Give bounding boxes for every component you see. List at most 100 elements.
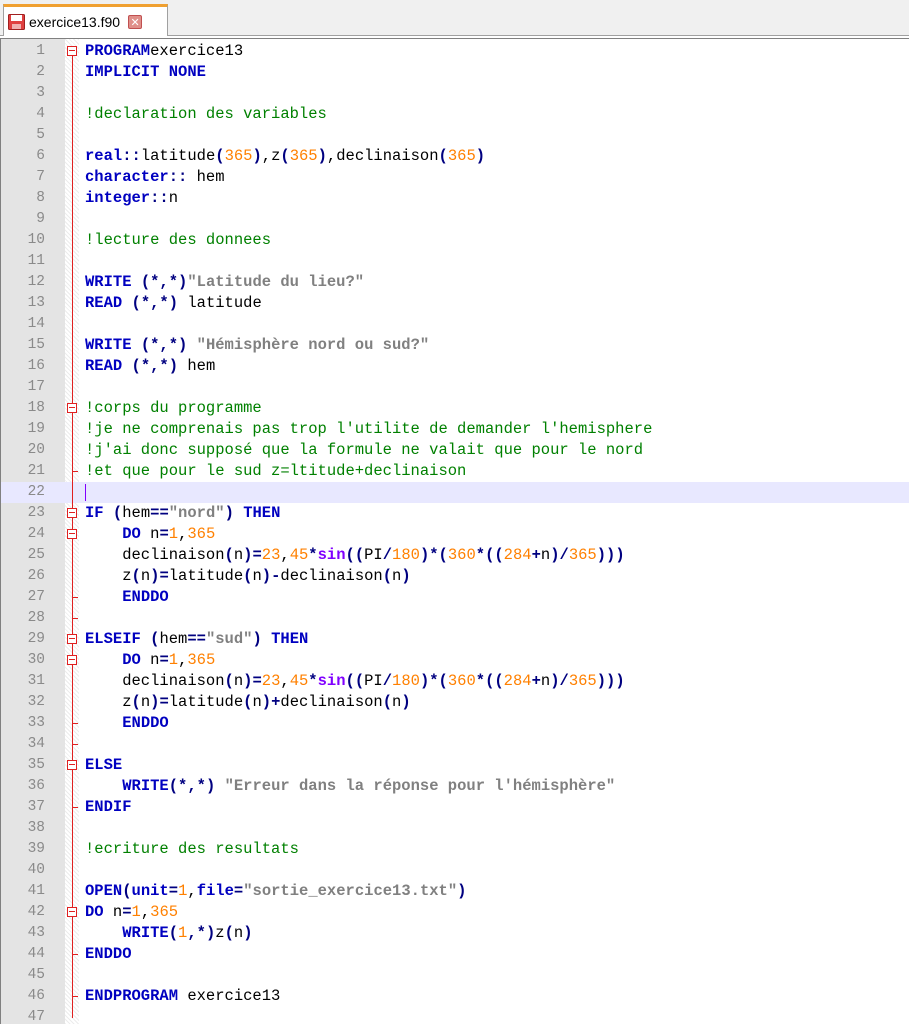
close-icon[interactable]: ✕ [128, 14, 143, 29]
code-line[interactable]: 8 integer::n [1, 188, 909, 209]
code-line[interactable]: 26 z(n)=latitude(n)-declinaison(n) [1, 566, 909, 587]
code-line[interactable]: 22 [1, 482, 909, 503]
code-token: !lecture des donnees [85, 231, 272, 249]
code-line[interactable]: 39 !ecriture des resultats [1, 839, 909, 860]
code-line[interactable]: 7 character:: hem [1, 167, 909, 188]
code-text: ENDDO [85, 587, 169, 608]
code-line[interactable]: 5 [1, 125, 909, 146]
code-token: declinaison [280, 567, 383, 585]
code-line[interactable]: 21 !et que pour le sud z=ltitude+declinai… [1, 461, 909, 482]
code-line[interactable]: 46 ENDPROGRAM exercice13 [1, 986, 909, 1007]
code-line[interactable]: 35 ELSE [1, 755, 909, 776]
code-token: ELSEIF [85, 630, 141, 648]
code-line[interactable]: 24 DO n=1,365 [1, 524, 909, 545]
code-line[interactable]: 34 [1, 734, 909, 755]
code-line[interactable]: 38 [1, 818, 909, 839]
code-line[interactable]: 28 [1, 608, 909, 629]
line-number: 11 [27, 253, 45, 269]
code-line[interactable]: 42 DO n=1,365 [1, 902, 909, 923]
code-line[interactable]: 13 READ (*,*) latitude [1, 293, 909, 314]
line-number: 7 [36, 169, 45, 185]
code-line[interactable]: 45 [1, 965, 909, 986]
code-line[interactable]: 3 [1, 83, 909, 104]
code-text: ENDDO [85, 944, 132, 965]
code-line[interactable]: 33 ENDDO [1, 713, 909, 734]
code-line[interactable]: 1 PROGRAMexercice13 [1, 41, 909, 62]
code-line[interactable]: 40 [1, 860, 909, 881]
code-line[interactable]: 15 WRITE (*,*) "Hémisphère nord ou sud?" [1, 335, 909, 356]
code-token: 365 [150, 903, 179, 921]
code-text: !je ne comprenais pas trop l'utilite de … [85, 419, 652, 440]
code-token: )*( [419, 672, 448, 690]
code-line[interactable]: 17 [1, 377, 909, 398]
line-number: 19 [27, 421, 45, 437]
code-token: ENDDO [122, 588, 169, 606]
code-line[interactable]: 43 WRITE(1,*)z(n) [1, 923, 909, 944]
code-line[interactable]: 10 !lecture des donnees [1, 230, 909, 251]
line-number: 3 [36, 85, 45, 101]
code-token: z [85, 567, 132, 585]
code-line[interactable]: 18 !corps du programme [1, 398, 909, 419]
fold-toggle-icon[interactable] [67, 529, 77, 539]
code-text: declinaison(n)=23,45*sin((PI/180)*(360*(… [85, 545, 624, 566]
code-token: READ [85, 294, 123, 312]
code-line[interactable]: 11 [1, 251, 909, 272]
code-token: n [103, 903, 123, 921]
code-line[interactable]: 9 [1, 209, 909, 230]
code-line[interactable]: 4 !declaration des variables [1, 104, 909, 125]
code-line[interactable]: 30 DO n=1,365 [1, 650, 909, 671]
fold-toggle-icon[interactable] [67, 634, 77, 644]
line-number: 40 [27, 862, 45, 878]
code-token: ) [224, 504, 234, 522]
code-line[interactable]: 25 declinaison(n)=23,45*sin((PI/180)*(36… [1, 545, 909, 566]
code-line[interactable]: 6 real::latitude(365),z(365),declinaison(… [1, 146, 909, 167]
code-token: n [233, 546, 244, 564]
fold-toggle-icon[interactable] [67, 655, 77, 665]
fold-toggle-icon[interactable] [67, 403, 77, 413]
code-token: ,*) [187, 924, 216, 942]
code-line[interactable]: 27 ENDDO [1, 587, 909, 608]
code-token: !j'ai donc supposé que la formule ne val… [85, 441, 644, 459]
code-token: (*,*) [131, 294, 179, 312]
code-token: PI [364, 546, 383, 564]
code-text: !declaration des variables [85, 104, 327, 125]
code-token: THEN [271, 630, 309, 648]
code-token: ( [122, 882, 132, 900]
fold-toggle-icon[interactable] [67, 907, 77, 917]
code-editor[interactable]: 1 PROGRAMexercice13 2 IMPLICIT NONE 3 4 !decla… [0, 38, 909, 1025]
code-line[interactable]: 16 READ (*,*) hem [1, 356, 909, 377]
code-line[interactable]: 36 WRITE(*,*) "Erreur dans la réponse po… [1, 776, 909, 797]
code-token: ) [475, 147, 486, 165]
code-token: z [215, 924, 225, 942]
code-line[interactable]: 19 !je ne comprenais pas trop l'utilite d… [1, 419, 909, 440]
code-line[interactable]: 37 ENDIF [1, 797, 909, 818]
code-token: ( [168, 924, 179, 942]
code-token: WRITE [85, 273, 132, 291]
fold-toggle-icon[interactable] [67, 46, 77, 56]
file-tab[interactable]: exercice13.f90 ✕ [3, 4, 168, 36]
code-line[interactable]: 47 [1, 1007, 909, 1028]
code-line[interactable]: 44 ENDDO [1, 944, 909, 965]
code-line[interactable]: 12 WRITE (*,*)"Latitude du lieu?" [1, 272, 909, 293]
code-token: , [187, 882, 197, 900]
fold-toggle-icon[interactable] [67, 508, 77, 518]
code-line[interactable]: 41 OPEN(unit=1,file="sortie_exercice13.tx… [1, 881, 909, 902]
line-number: 12 [27, 274, 45, 290]
code-line[interactable]: 32 z(n)=latitude(n)+declinaison(n) [1, 692, 909, 713]
code-line[interactable]: 14 [1, 314, 909, 335]
code-line[interactable]: 20 !j'ai donc supposé que la formule ne v… [1, 440, 909, 461]
fold-toggle-icon[interactable] [67, 760, 77, 770]
code-token: ( [224, 672, 234, 690]
code-line[interactable]: 31 declinaison(n)=23,45*sin((PI/180)*(36… [1, 671, 909, 692]
code-line[interactable]: 23 IF (hem=="nord") THEN [1, 503, 909, 524]
code-line[interactable]: 2 IMPLICIT NONE [1, 62, 909, 83]
code-line[interactable]: 29 ELSEIF (hem=="sud") THEN [1, 629, 909, 650]
fold-end-mark [72, 618, 78, 619]
fold-end-mark [72, 744, 78, 745]
code-token: exercice13 [178, 987, 281, 1005]
code-token: :: [168, 168, 188, 186]
